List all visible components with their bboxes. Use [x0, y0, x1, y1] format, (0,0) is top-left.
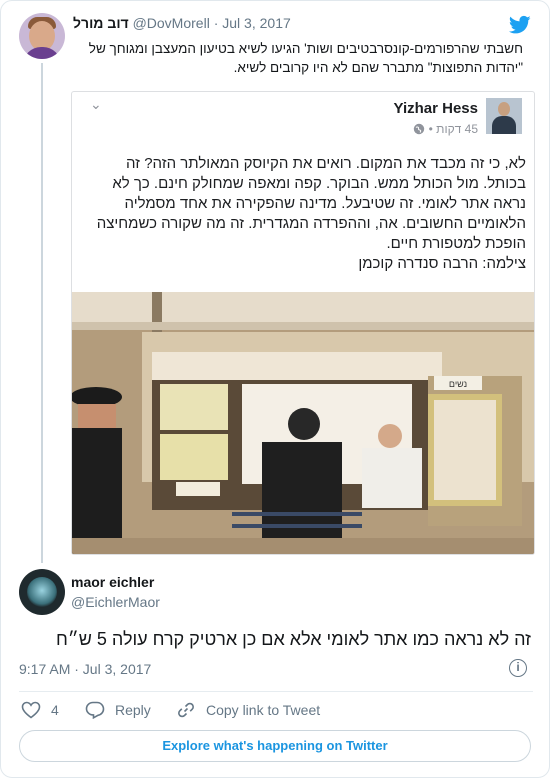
separator: • [428, 122, 433, 136]
tweet-timestamp[interactable]: 9:17 AM · Jul 3, 2017 [19, 661, 151, 677]
kiosk-photo-illustration: נשים [72, 292, 534, 554]
kiosk-photo[interactable]: נשים [72, 292, 534, 554]
tweet-text: חשבתי שהרפורמים-קונסרבטיבים ושות' הגיעו … [88, 41, 523, 75]
reply-label: Reply [115, 702, 151, 718]
like-button[interactable]: 4 [21, 701, 59, 719]
divider [19, 691, 533, 692]
display-name[interactable]: דוב מורל [73, 15, 129, 31]
quoted-author-avatar[interactable] [486, 98, 522, 134]
post-time-ago[interactable]: 45 דקות [436, 122, 478, 136]
copy-link-label: Copy link to Tweet [206, 702, 321, 718]
explore-button[interactable]: Explore what's happening on Twitter [19, 730, 531, 762]
twitter-bird-icon[interactable] [509, 15, 531, 35]
reply-icon [85, 701, 105, 719]
parent-tweet-header: דוב מורל @DovMorell · Jul 3, 2017 [73, 15, 291, 31]
quoted-author-name[interactable]: Yizhar Hess [394, 100, 479, 117]
info-icon[interactable]: i [509, 659, 527, 677]
separator: · [213, 15, 219, 31]
tweet-date[interactable]: Jul 3, 2017 [222, 15, 291, 31]
quoted-post-card[interactable]: ⌄ Yizhar Hess 45 דקות • לא, כי זה מכבד א… [71, 91, 535, 555]
reply-button[interactable]: Reply [85, 701, 151, 719]
heart-icon [21, 701, 41, 719]
handle[interactable]: @EichlerMaor [71, 594, 160, 610]
photo-sign-text: נשים [449, 379, 467, 389]
quoted-post-meta: 45 דקות • [413, 122, 478, 136]
photo-credit: צילמה: הרבה סנדרה קוכמן [358, 255, 526, 272]
avatar[interactable] [19, 13, 65, 59]
avatar[interactable] [19, 569, 65, 615]
quoted-post-body: לא, כי זה מכבד את המקום. רואים את הקיוסק… [96, 155, 526, 252]
reply-tweet-text: זה לא נראה כמו אתר לאומי אלא אם כן ארטיק… [56, 629, 531, 649]
display-name[interactable]: maor eichler [71, 574, 154, 590]
link-icon [178, 702, 194, 718]
chevron-down-icon[interactable]: ⌄ [90, 96, 102, 113]
copy-link-button[interactable]: Copy link to Tweet [176, 701, 320, 719]
handle[interactable]: @DovMorell [133, 15, 210, 31]
like-count: 4 [51, 702, 59, 718]
tweet-embed-card: דוב מורל @DovMorell · Jul 3, 2017 חשבתי … [0, 0, 550, 778]
quoted-post-text: לא, כי זה מכבד את המקום. רואים את הקיוסק… [86, 154, 526, 274]
globe-icon [414, 123, 425, 135]
thread-line [41, 63, 43, 563]
